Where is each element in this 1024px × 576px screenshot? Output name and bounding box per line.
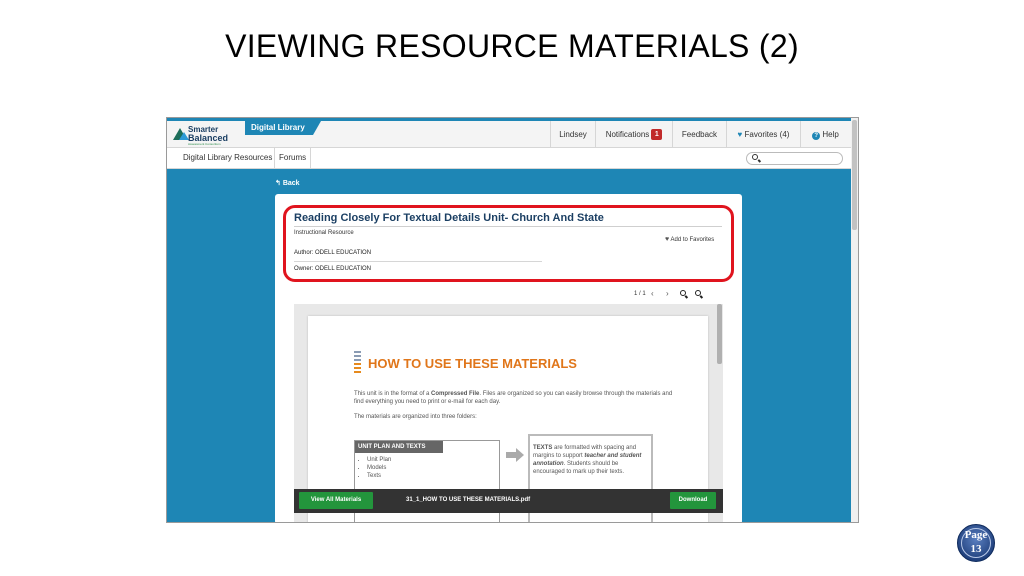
viewer-footer: View All Materials 31_1_HOW TO USE THESE… <box>294 489 723 513</box>
sub-navigation: Digital Library Resources Forums <box>167 148 858 169</box>
slide-title: VIEWING RESOURCE MATERIALS (2) <box>225 28 799 64</box>
logo-text-line3: Assessment Consortium <box>188 142 221 146</box>
zoom-out-icon[interactable] <box>680 290 686 296</box>
arrow-right-icon <box>506 448 524 462</box>
heading-bars-icon <box>354 351 361 377</box>
list-item: Texts <box>367 472 391 480</box>
smarter-balanced-logo[interactable]: Smarter Balanced Assessment Consortium <box>173 125 245 147</box>
view-all-materials-button[interactable]: View All Materials <box>299 492 373 509</box>
notification-count-badge: 1 <box>651 129 663 140</box>
page-scrollbar[interactable] <box>851 118 858 522</box>
heart-icon: ♥ <box>737 130 743 139</box>
next-page-icon[interactable]: › <box>666 289 669 298</box>
user-menu[interactable]: Lindsey <box>550 121 595 148</box>
annotation-highlight <box>283 205 734 282</box>
zoom-in-icon[interactable] <box>695 290 701 296</box>
previous-page-icon[interactable]: ‹ <box>651 289 654 298</box>
unit-plan-box-title: UNIT PLAN AND TEXTS <box>355 441 443 453</box>
file-name: 31_1_HOW TO USE THESE MATERIALS.pdf <box>406 497 531 503</box>
help-button[interactable]: ? Help <box>800 121 850 148</box>
document-heading: HOW TO USE THESE MATERIALS <box>368 356 577 371</box>
top-header: Smarter Balanced Assessment Consortium D… <box>167 118 858 148</box>
page-badge-number: 13 <box>970 543 982 555</box>
page-number-badge: Page 13 <box>957 524 995 562</box>
viewer-scrollbar[interactable] <box>717 304 722 364</box>
notifications-label: Notifications <box>605 130 650 139</box>
search-icon <box>752 154 758 160</box>
digital-library-tab[interactable]: Digital Library <box>245 121 321 135</box>
document-paragraph-2: The materials are organized into three f… <box>354 414 477 420</box>
list-item: Unit Plan <box>367 456 391 464</box>
scrollbar-thumb[interactable] <box>852 120 857 230</box>
nav-forums[interactable]: Forums <box>274 148 312 168</box>
nav-digital-library-resources[interactable]: Digital Library Resources <box>183 148 272 168</box>
notifications-button[interactable]: Notifications 1 <box>595 121 672 148</box>
help-label: Help <box>822 130 839 139</box>
back-label: Back <box>282 180 300 187</box>
document-paragraph-1: This unit is in the format of a Compress… <box>354 391 673 405</box>
app-screenshot: Smarter Balanced Assessment Consortium D… <box>166 117 859 523</box>
favorites-label: Favorites (4) <box>744 130 790 139</box>
download-button[interactable]: Download <box>670 492 716 509</box>
viewer-toolbar: 1 / 1 ‹ › <box>294 286 723 304</box>
page-indicator: 1 / 1 <box>634 291 646 297</box>
back-link[interactable]: ↰ Back <box>275 179 300 187</box>
page-badge-word: Page <box>964 529 988 541</box>
help-icon: ? <box>812 132 821 140</box>
feedback-button[interactable]: Feedback <box>672 121 726 148</box>
back-arrow-icon: ↰ <box>275 180 281 187</box>
resource-panel: Reading Closely For Textual Details Unit… <box>275 194 742 522</box>
favorites-button[interactable]: ♥ Favorites (4) <box>726 121 800 148</box>
search-input[interactable] <box>746 152 843 165</box>
list-item: Models <box>367 464 391 472</box>
